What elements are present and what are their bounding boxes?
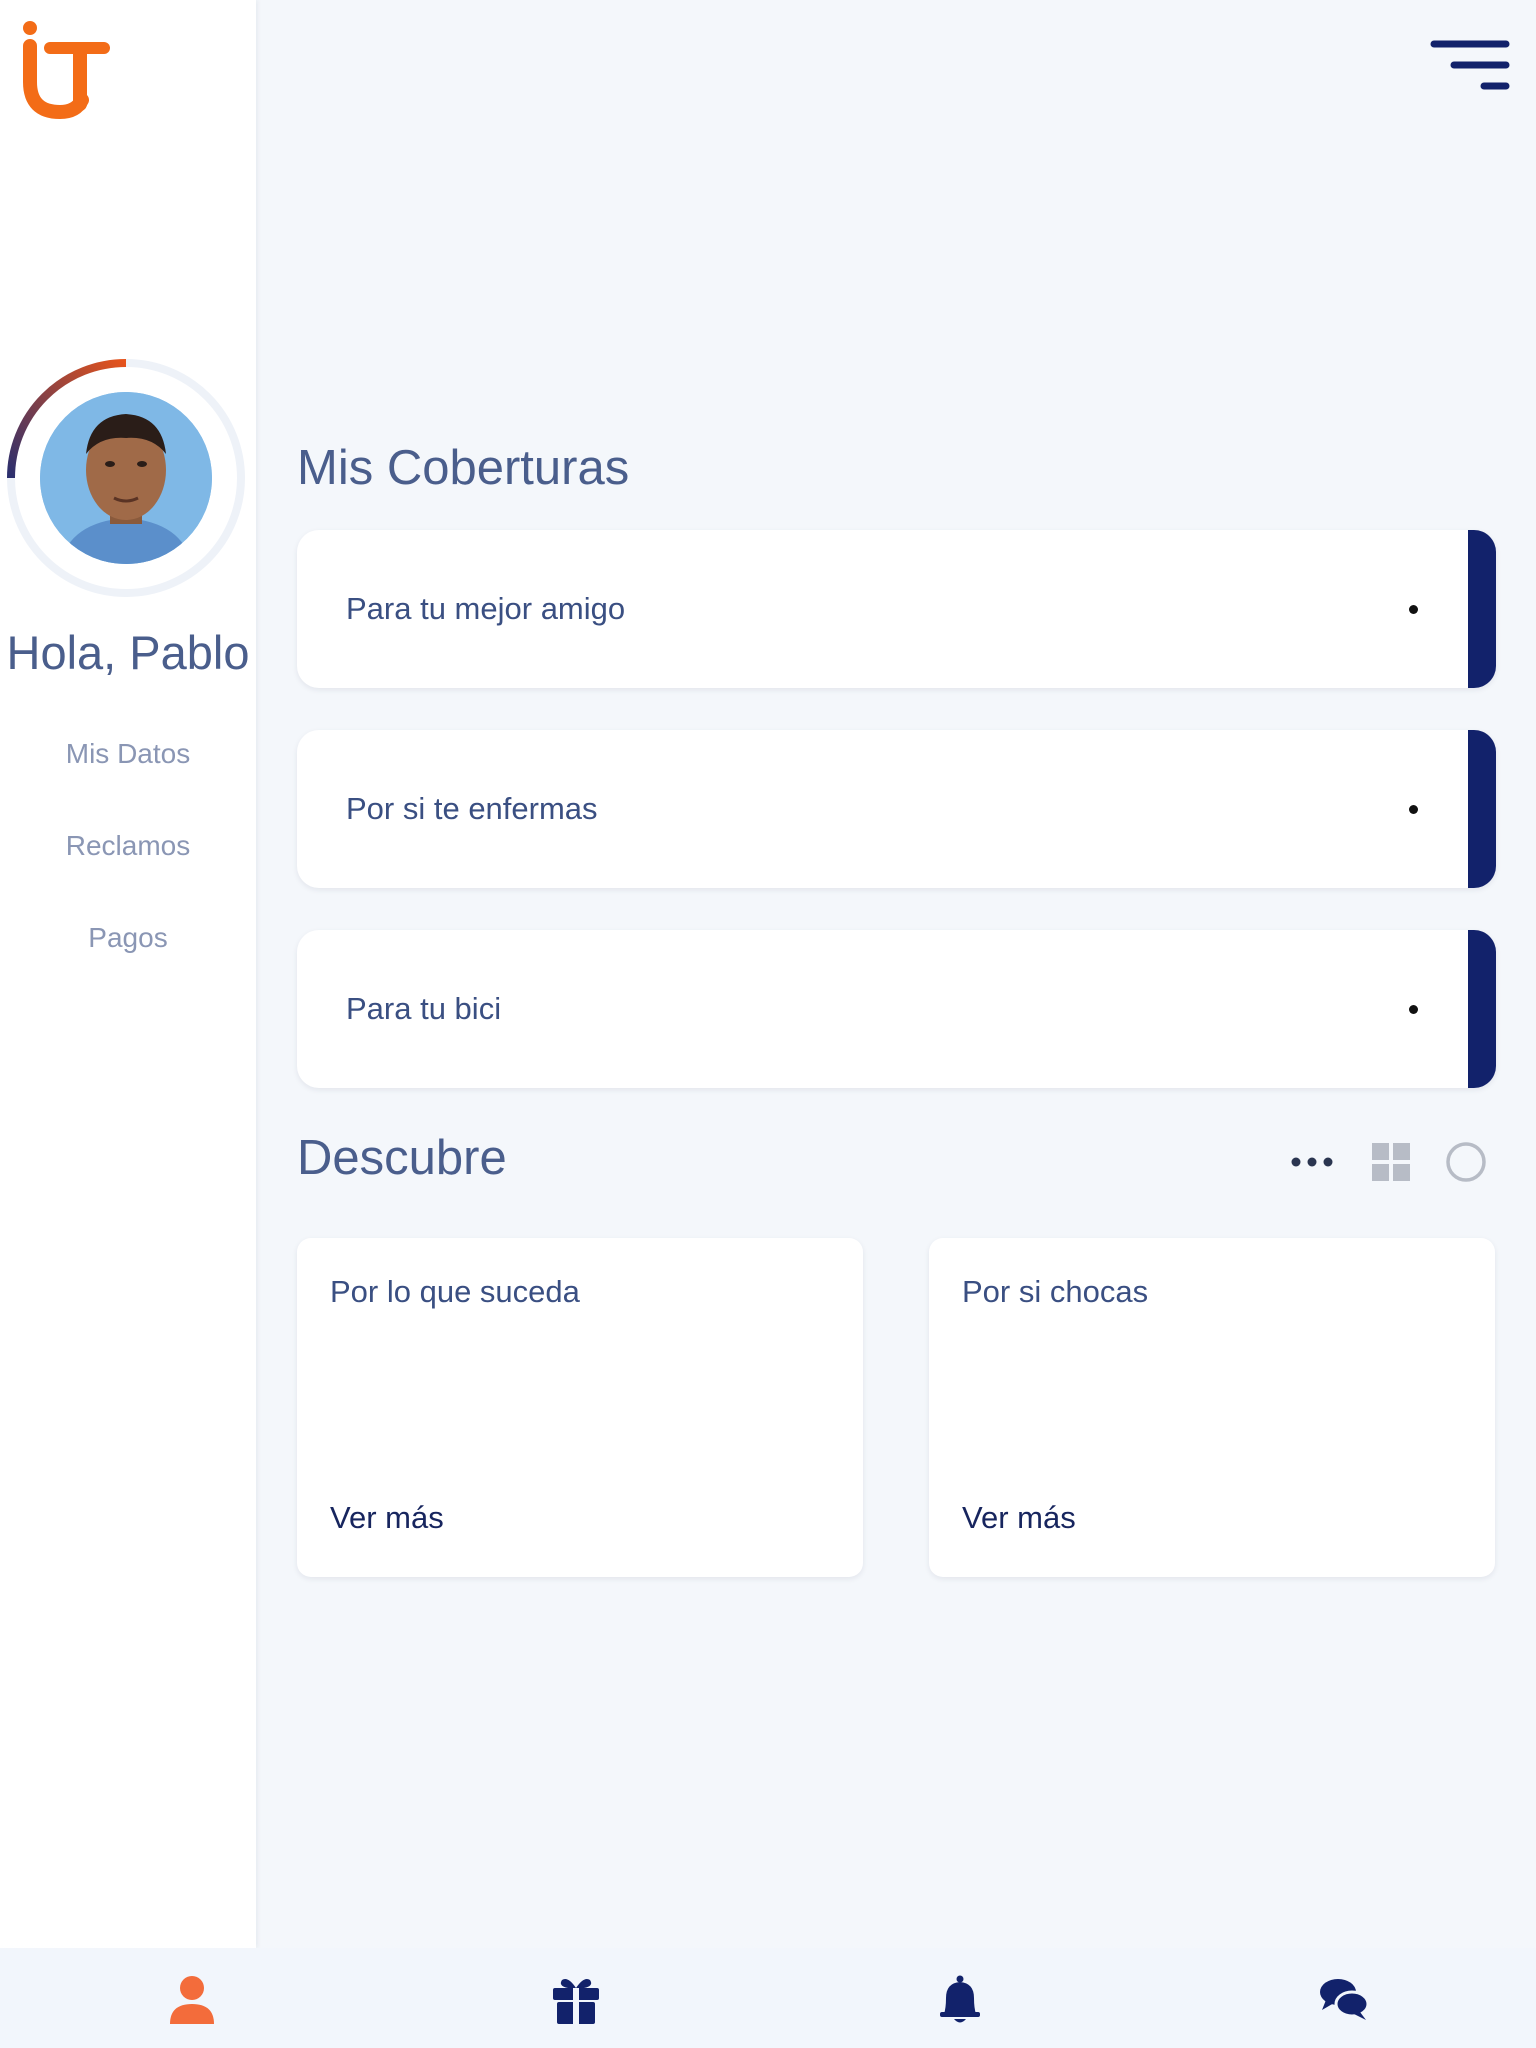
discover-card[interactable]: Por lo que suceda Ver más	[297, 1238, 863, 1577]
discover-card[interactable]: Por si chocas Ver más	[929, 1238, 1495, 1577]
chat-icon[interactable]	[1318, 1974, 1370, 2026]
coverage-card[interactable]: Por si te enfermas	[297, 730, 1496, 888]
ver-mas-link[interactable]: Ver más	[330, 1500, 444, 1536]
coverage-label: Por si te enfermas	[346, 791, 598, 826]
grid-view-icon[interactable]	[1370, 1140, 1414, 1189]
view-toggle-group	[1290, 1140, 1510, 1184]
coverages-title: Mis Coberturas	[297, 441, 630, 495]
more-dot-icon[interactable]	[1409, 805, 1418, 814]
coverage-card[interactable]: Para tu mejor amigo	[297, 530, 1496, 688]
circle-view-icon[interactable]	[1444, 1140, 1488, 1189]
dots-view-icon[interactable]	[1290, 1140, 1334, 1189]
sidebar-nav: Mis Datos Reclamos Pagos	[0, 732, 256, 1008]
more-dot-icon[interactable]	[1409, 1005, 1418, 1014]
user-icon[interactable]	[166, 1974, 218, 2026]
coverage-card[interactable]: Para tu bici	[297, 930, 1496, 1088]
sidebar-item-mis-datos[interactable]: Mis Datos	[0, 732, 256, 824]
discover-title: Descubre	[297, 1131, 507, 1185]
coverage-label: Para tu bici	[346, 991, 502, 1026]
coverage-label: Para tu mejor amigo	[346, 591, 626, 626]
brand-logo-icon[interactable]	[20, 20, 110, 120]
bottom-nav	[0, 1948, 1536, 2048]
greeting-text: Hola, Pablo	[6, 626, 250, 679]
more-dot-icon[interactable]	[1409, 605, 1418, 614]
discover-card-title: Por lo que suceda	[330, 1274, 580, 1309]
sidebar-item-pagos[interactable]: Pagos	[0, 916, 256, 1008]
sidebar: Hola, Pablo Mis Datos Reclamos Pagos	[0, 0, 256, 1948]
discover-card-title: Por si chocas	[962, 1274, 1149, 1309]
gift-icon[interactable]	[550, 1974, 602, 2026]
sidebar-item-reclamos[interactable]: Reclamos	[0, 824, 256, 916]
ver-mas-link[interactable]: Ver más	[962, 1500, 1076, 1536]
avatar[interactable]	[6, 358, 246, 598]
menu-icon[interactable]	[1430, 38, 1510, 94]
bell-icon[interactable]	[934, 1974, 986, 2026]
profile-photo	[40, 392, 212, 564]
